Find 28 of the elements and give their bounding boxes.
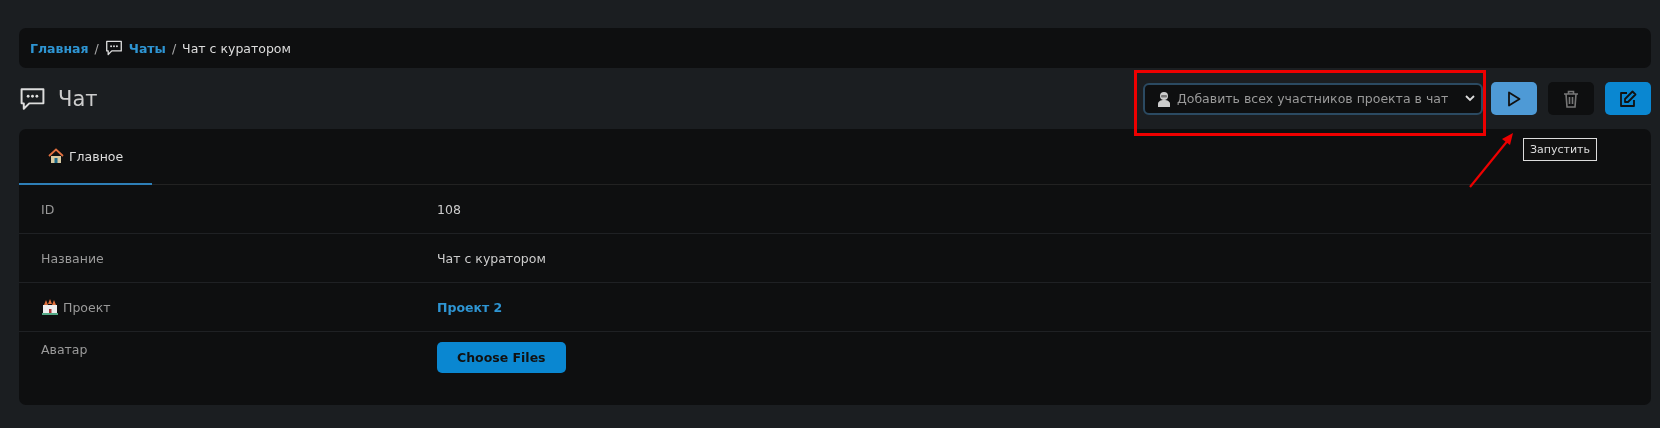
user-icon — [1157, 90, 1171, 107]
tooltip: Запустить — [1523, 138, 1597, 161]
field-label: Аватар — [41, 342, 88, 357]
project-link[interactable]: Проект 2 — [437, 299, 503, 315]
breadcrumb-link[interactable]: Главная — [30, 40, 89, 56]
action-select[interactable]: Добавить всех участников проекта в чат — [1143, 82, 1483, 115]
delete-button[interactable] — [1548, 82, 1594, 115]
trash-icon — [1563, 89, 1579, 108]
edit-icon — [1619, 89, 1637, 108]
field-value: Чат с куратором — [437, 250, 546, 266]
breadcrumb-current: Чат с куратором — [182, 40, 291, 56]
house-icon — [48, 148, 64, 164]
breadcrumb-link[interactable]: Чаты — [128, 40, 166, 56]
tab[interactable]: Главное — [19, 129, 153, 185]
field-value: 108 — [437, 201, 461, 217]
page-title: Чат — [58, 86, 98, 111]
run-button[interactable] — [1491, 82, 1537, 115]
chevron-down-icon — [1465, 95, 1475, 102]
play-icon — [1507, 90, 1521, 107]
field-label: Проект — [63, 299, 111, 315]
breadcrumb-separator: / — [94, 40, 99, 56]
chat-icon — [104, 40, 123, 56]
choose-files-button[interactable]: Choose Files — [437, 342, 566, 373]
edit-button[interactable] — [1605, 82, 1651, 115]
field-label: ID — [41, 201, 55, 217]
chat-icon — [19, 86, 46, 111]
breadcrumb-separator: / — [171, 40, 177, 56]
field-label: Название — [41, 250, 104, 266]
